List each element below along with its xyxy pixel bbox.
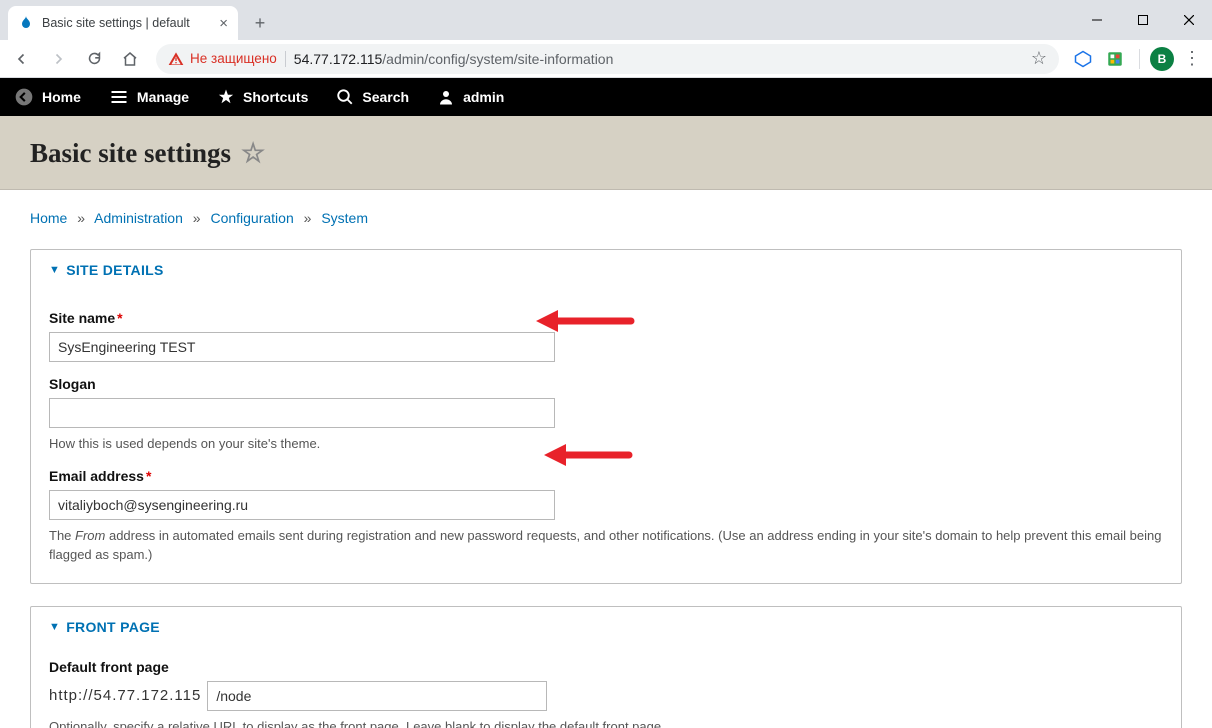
breadcrumb-home[interactable]: Home	[30, 210, 67, 226]
toolbar-manage[interactable]: Manage	[95, 78, 203, 116]
warning-icon	[168, 51, 184, 67]
url-text: 54.77.172.115/admin/config/system/site-i…	[294, 51, 614, 67]
drupal-favicon	[18, 15, 34, 31]
label-slogan: Slogan	[49, 376, 1163, 392]
toolbar-search-label: Search	[362, 89, 409, 105]
security-label: Не защищено	[190, 51, 277, 66]
user-icon	[437, 88, 455, 106]
toolbar-search[interactable]: Search	[322, 78, 423, 116]
browser-menu-button[interactable]: ⋮	[1178, 45, 1206, 73]
label-front-page: Default front page	[49, 659, 1163, 675]
field-site-name: Site name*	[49, 310, 1163, 362]
breadcrumb-sep: »	[71, 210, 91, 226]
page-viewport[interactable]: Home Manage Shortcuts Search admin	[0, 78, 1212, 728]
breadcrumb-sep: »	[298, 210, 318, 226]
toolbar-separator	[1139, 49, 1140, 69]
new-tab-button[interactable]: +	[246, 9, 274, 37]
profile-avatar[interactable]: В	[1150, 47, 1174, 71]
tab-title: Basic site settings | default	[42, 16, 190, 30]
front-page-prefix: http://54.77.172.115	[49, 687, 201, 704]
address-bar[interactable]: Не защищено 54.77.172.115/admin/config/s…	[156, 44, 1059, 74]
field-slogan: Slogan How this is used depends on your …	[49, 376, 1163, 454]
input-slogan[interactable]	[49, 398, 555, 428]
input-site-name[interactable]	[49, 332, 555, 362]
omnibox-separator	[285, 51, 286, 67]
home-button[interactable]	[114, 43, 146, 75]
triangle-down-icon: ▼	[49, 264, 60, 276]
window-controls	[1074, 0, 1212, 40]
toolbar-home-label: Home	[42, 89, 81, 105]
toolbar-user-label: admin	[463, 89, 504, 105]
input-front-page[interactable]	[207, 681, 547, 711]
desc-email: The From address in automated emails sen…	[49, 526, 1163, 565]
hamburger-icon	[109, 87, 129, 107]
fieldset-front-page: ▼ FRONT PAGE Default front page http://5…	[30, 606, 1182, 728]
input-email[interactable]	[49, 490, 555, 520]
content-region: ▼ SITE DETAILS Site name* Slogan How thi…	[0, 234, 1212, 728]
toolbar-manage-label: Manage	[137, 89, 189, 105]
fieldset-site-details: ▼ SITE DETAILS Site name* Slogan How thi…	[30, 249, 1182, 584]
close-window-button[interactable]	[1166, 0, 1212, 40]
breadcrumb-admin[interactable]: Administration	[94, 210, 183, 226]
toolbar-shortcuts[interactable]: Shortcuts	[203, 78, 322, 116]
browser-chrome: Basic site settings | default × + Не защ…	[0, 0, 1212, 78]
tab-strip: Basic site settings | default × +	[0, 0, 1212, 40]
extension-icon-1[interactable]	[1069, 45, 1097, 73]
reload-button[interactable]	[78, 43, 110, 75]
bookmark-star-icon[interactable]: ☆	[1031, 48, 1047, 69]
desc-front-page: Optionally, specify a relative URL to di…	[49, 717, 1163, 728]
shortcut-star-icon[interactable]: ☆	[241, 138, 265, 169]
page-title: Basic site settings ☆	[30, 138, 1182, 169]
toolbar-user[interactable]: admin	[423, 78, 518, 116]
field-front-page: Default front page http://54.77.172.115 …	[49, 659, 1163, 728]
forward-button[interactable]	[42, 43, 74, 75]
summary-front-page[interactable]: ▼ FRONT PAGE	[31, 607, 1181, 647]
breadcrumb-config[interactable]: Configuration	[210, 210, 293, 226]
field-email: Email address* The From address in autom…	[49, 468, 1163, 565]
back-circle-icon	[14, 87, 34, 107]
breadcrumb: Home » Administration » Configuration » …	[0, 190, 1212, 234]
summary-site-details[interactable]: ▼ SITE DETAILS	[31, 250, 1181, 290]
browser-toolbar: Не защищено 54.77.172.115/admin/config/s…	[0, 40, 1212, 78]
close-tab-icon[interactable]: ×	[219, 15, 228, 32]
maximize-button[interactable]	[1120, 0, 1166, 40]
browser-tab[interactable]: Basic site settings | default ×	[8, 6, 238, 40]
toolbar-shortcuts-label: Shortcuts	[243, 89, 308, 105]
breadcrumb-system[interactable]: System	[321, 210, 368, 226]
drupal-admin-toolbar: Home Manage Shortcuts Search admin	[0, 78, 1212, 116]
page-header: Basic site settings ☆	[0, 116, 1212, 190]
toolbar-back[interactable]: Home	[0, 78, 95, 116]
label-site-name: Site name*	[49, 310, 1163, 326]
breadcrumb-sep: »	[187, 210, 207, 226]
back-button[interactable]	[6, 43, 38, 75]
desc-slogan: How this is used depends on your site's …	[49, 434, 1163, 454]
star-icon	[217, 88, 235, 106]
minimize-button[interactable]	[1074, 0, 1120, 40]
label-email: Email address*	[49, 468, 1163, 484]
search-icon	[336, 88, 354, 106]
triangle-down-icon: ▼	[49, 621, 60, 633]
security-warning: Не защищено	[168, 51, 277, 67]
extension-icon-2[interactable]	[1101, 45, 1129, 73]
